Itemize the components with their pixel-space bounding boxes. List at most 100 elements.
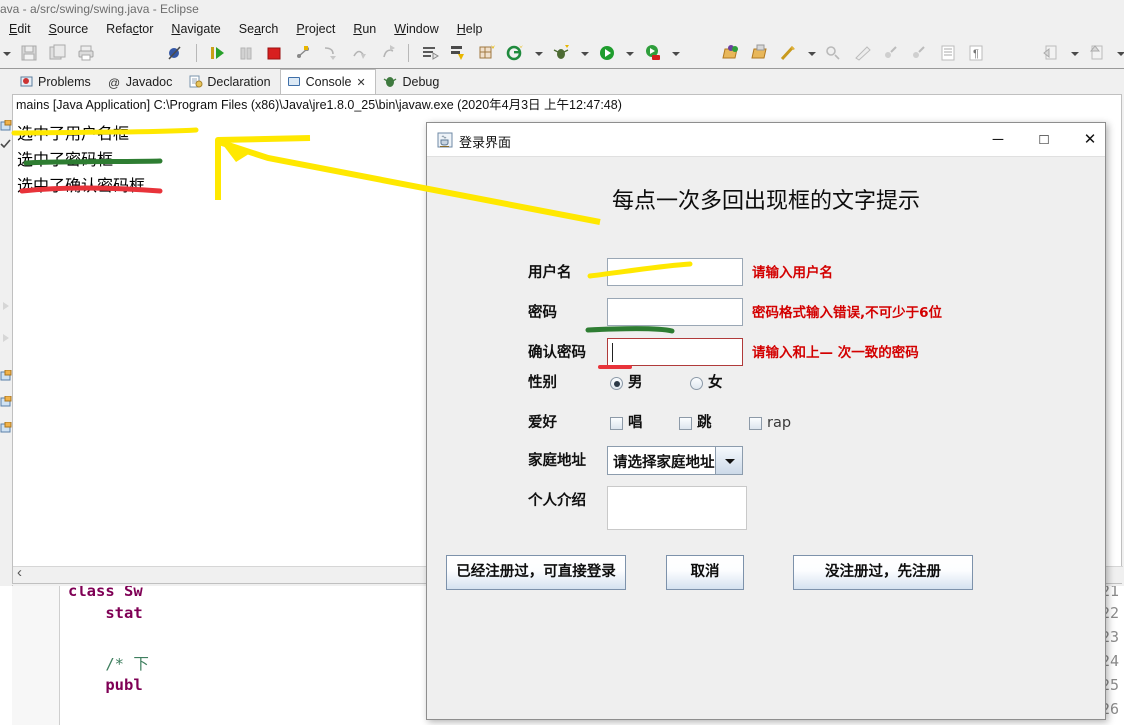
search-pen-icon[interactable] xyxy=(776,40,800,66)
gender-radio-male[interactable] xyxy=(610,377,623,390)
open-type-icon[interactable] xyxy=(719,40,743,66)
next-annotation-icon[interactable] xyxy=(851,40,875,66)
new-project-dropdown[interactable] xyxy=(532,40,545,66)
hobby-checkbox-rap[interactable] xyxy=(749,417,762,430)
rail-chevron-icon-1[interactable] xyxy=(0,299,12,312)
run-as-server-icon[interactable] xyxy=(641,40,665,66)
dialog-title: 登录界面 xyxy=(459,136,512,151)
confirm-password-input[interactable] xyxy=(607,338,743,366)
register-button[interactable]: 没注册过，先注册 xyxy=(793,555,973,590)
code-line: stat xyxy=(68,604,143,622)
gender-radio-female[interactable] xyxy=(690,377,703,390)
close-button[interactable]: ✕ xyxy=(1067,123,1113,156)
previous-edit-location-icon[interactable] xyxy=(1039,40,1063,66)
run-icon[interactable] xyxy=(595,40,619,66)
tab-close-icon[interactable]: ✕ xyxy=(356,71,367,96)
chevron-down-icon[interactable] xyxy=(715,447,742,474)
form-row-hobby: 爱好 唱 跳 rap xyxy=(427,408,1105,438)
minimize-button[interactable]: ─ xyxy=(975,123,1021,156)
rail-chevron-icon-2[interactable] xyxy=(0,331,12,344)
menu-item-edit[interactable]: Edit xyxy=(0,18,40,40)
code-line: class Sw xyxy=(68,586,143,600)
dialog-title-bar[interactable]: 登录界面 ─ □ ✕ xyxy=(427,123,1105,157)
run-as-dropdown[interactable] xyxy=(669,40,682,66)
run-last-tool-icon[interactable] xyxy=(418,40,442,66)
last-edit-2-icon[interactable] xyxy=(907,40,931,66)
rail-java-icon-1[interactable] xyxy=(0,119,12,132)
tab-problems[interactable]: Problems xyxy=(12,69,100,96)
cancel-button[interactable]: 取消 xyxy=(666,555,744,590)
debug-dropdown[interactable] xyxy=(578,40,591,66)
new-java-class-icon[interactable] xyxy=(475,40,499,66)
step-return-icon[interactable] xyxy=(376,40,400,66)
pilcrow-icon[interactable]: ¶ xyxy=(964,40,988,66)
editor-left-margin xyxy=(0,586,12,725)
intro-textarea[interactable] xyxy=(607,486,747,530)
menu-item-run[interactable]: Run xyxy=(344,18,385,40)
save-all-icon[interactable] xyxy=(46,40,70,66)
menu-item-source[interactable]: Source xyxy=(40,18,98,40)
menu-item-help[interactable]: Help xyxy=(448,18,492,40)
tab-console[interactable]: Console ✕ xyxy=(279,69,377,96)
password-label: 密码 xyxy=(528,305,557,321)
password-input[interactable] xyxy=(607,298,743,326)
gender-label: 性别 xyxy=(528,375,557,391)
tab-label: Problems xyxy=(38,75,91,89)
tab-debug[interactable]: Debug xyxy=(376,69,448,96)
hobby-label-dance: 跳 xyxy=(697,415,712,431)
tab-javadoc[interactable]: @ Javadoc xyxy=(100,69,182,96)
search-dropdown[interactable] xyxy=(805,40,818,66)
tab-label: Javadoc xyxy=(125,75,173,89)
hobby-checkbox-sing[interactable] xyxy=(610,417,623,430)
show-whitespace-icon[interactable] xyxy=(936,40,960,66)
menu-item-refactor[interactable]: Refactor xyxy=(97,18,162,40)
rail-java-icon-4[interactable] xyxy=(0,421,12,434)
suspend-icon[interactable] xyxy=(234,40,258,66)
intro-label: 个人介绍 xyxy=(528,493,586,509)
hobby-checkbox-dance[interactable] xyxy=(679,417,692,430)
login-button[interactable]: 已经注册过，可直接登录 xyxy=(446,555,626,590)
tab-declaration[interactable]: Declaration xyxy=(181,69,279,96)
toggle-breakpoint-icon[interactable] xyxy=(163,40,187,66)
disconnect-icon[interactable] xyxy=(291,40,315,66)
form-row-password: 密码 密码格式输入错误,不可少于6位 xyxy=(427,298,1105,328)
menu-item-navigate[interactable]: Navigate xyxy=(162,18,229,40)
previous-annotation-icon[interactable] xyxy=(822,40,846,66)
menu-item-search[interactable]: Search xyxy=(230,18,288,40)
debug-icon xyxy=(383,73,399,87)
rail-java-icon-3[interactable] xyxy=(0,395,12,408)
gender-label-male: 男 xyxy=(628,375,643,391)
open-resource-icon[interactable] xyxy=(748,40,772,66)
svg-text:¶: ¶ xyxy=(973,48,979,60)
menu-item-project[interactable]: Project xyxy=(287,18,344,40)
save-icon[interactable] xyxy=(17,40,41,66)
print-icon[interactable] xyxy=(74,40,98,66)
rail-check-icon[interactable] xyxy=(0,137,12,150)
toolbar-dropdown-0[interactable] xyxy=(0,40,13,66)
text-caret xyxy=(612,343,613,362)
toolbar: ¶ xyxy=(0,40,1124,69)
form-row-gender: 性别 男 女 xyxy=(427,368,1105,398)
step-over-icon[interactable] xyxy=(347,40,371,66)
last-edit-icon[interactable] xyxy=(879,40,903,66)
rail-java-icon-2[interactable] xyxy=(0,369,12,382)
run-dropdown[interactable] xyxy=(623,40,636,66)
menu-item-window[interactable]: Window xyxy=(385,18,447,40)
external-tools-icon[interactable] xyxy=(446,40,470,66)
new-project-icon[interactable] xyxy=(503,40,527,66)
next-edit-location-icon[interactable] xyxy=(1085,40,1109,66)
debug-icon[interactable] xyxy=(549,40,573,66)
gender-label-female: 女 xyxy=(708,375,723,391)
username-input[interactable] xyxy=(607,258,743,286)
declaration-icon xyxy=(188,73,204,88)
step-into-icon[interactable] xyxy=(319,40,343,66)
resume-icon[interactable] xyxy=(205,40,229,66)
code-line: publ xyxy=(68,676,143,694)
address-select[interactable]: 请选择家庭地址 xyxy=(607,446,743,475)
maximize-button[interactable]: □ xyxy=(1021,123,1067,156)
terminate-icon[interactable] xyxy=(262,40,286,66)
next-edit-dropdown[interactable] xyxy=(1114,40,1124,66)
prev-edit-dropdown[interactable] xyxy=(1068,40,1081,66)
problems-icon xyxy=(19,73,35,87)
address-selected-value: 请选择家庭地址 xyxy=(613,455,715,471)
